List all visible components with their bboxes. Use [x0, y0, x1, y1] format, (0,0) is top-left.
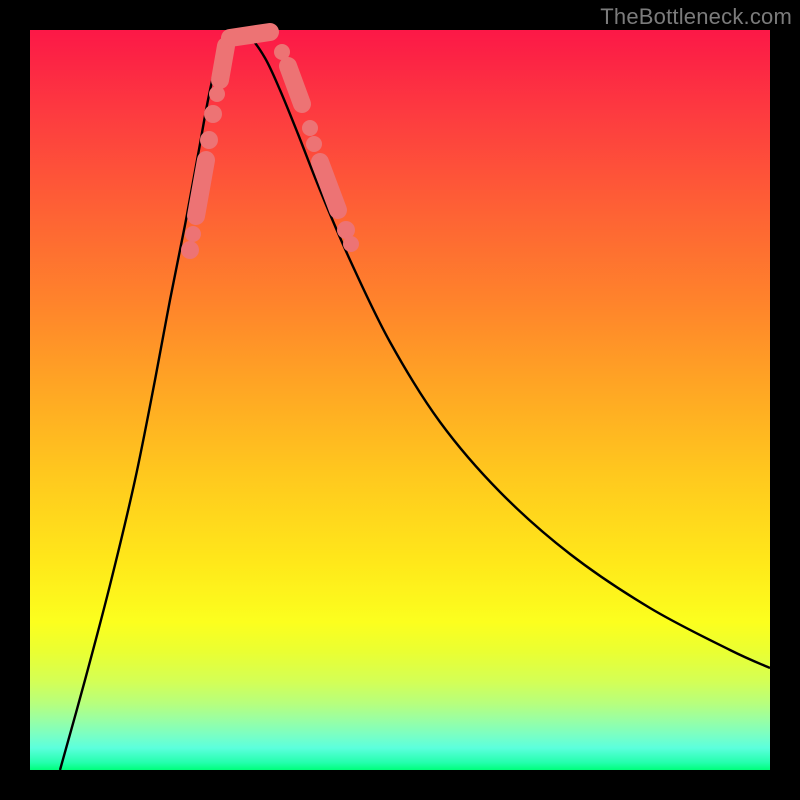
marker-pill: [196, 160, 206, 216]
marker-dot: [185, 226, 201, 242]
marker-pill: [288, 66, 302, 104]
marker-pill: [220, 46, 226, 80]
marker-pill: [230, 32, 270, 38]
marker-dot: [343, 236, 359, 252]
plot-area: [30, 30, 770, 770]
marker-dot: [306, 136, 322, 152]
chart-frame: TheBottleneck.com: [0, 0, 800, 800]
marker-dot: [302, 120, 318, 136]
bottleneck-curve: [60, 30, 770, 770]
marker-pill: [320, 162, 338, 210]
curve-layer: [30, 30, 770, 770]
marker-dot: [200, 131, 218, 149]
marker-dot: [181, 241, 199, 259]
marker-dot: [204, 105, 222, 123]
watermark-text: TheBottleneck.com: [600, 4, 792, 30]
